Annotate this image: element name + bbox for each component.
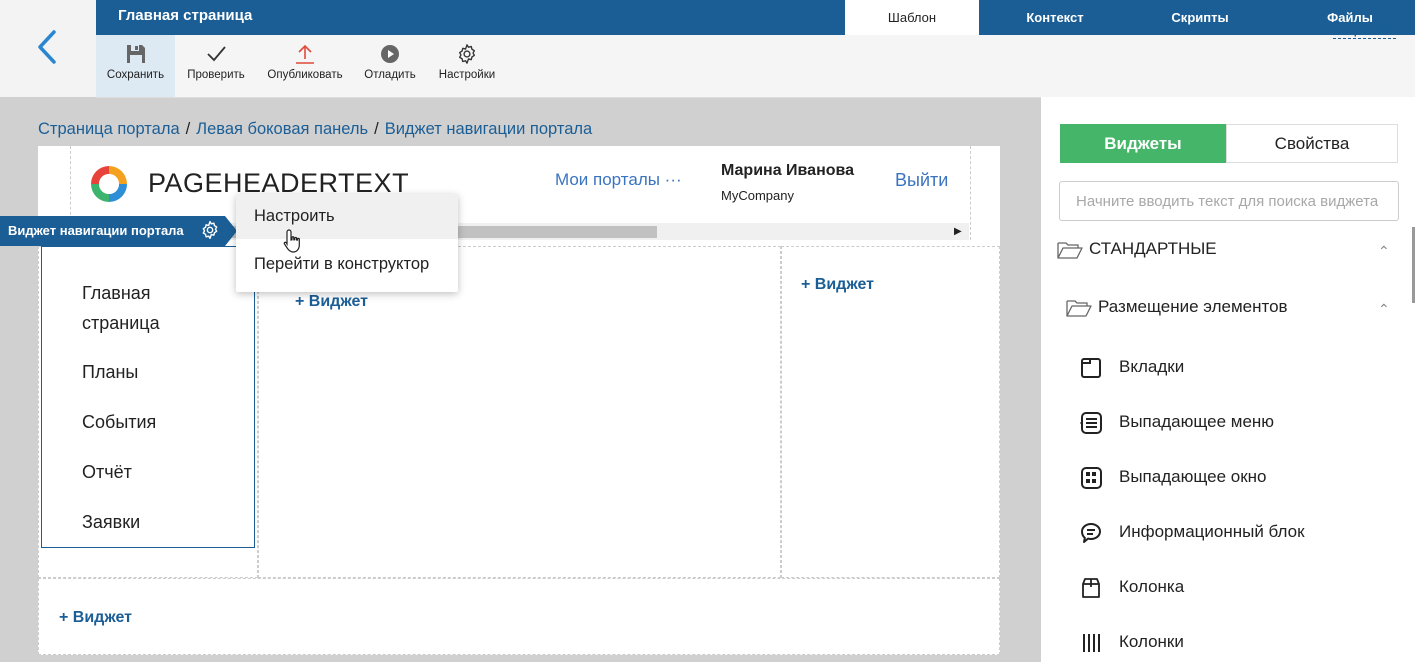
help-link[interactable]: Справка [1333,20,1396,39]
widget-item-label: Информационный блок [1119,522,1305,541]
check-label: Проверить [187,69,245,81]
tab-template[interactable]: Шаблон [845,0,979,35]
widget-gear-icon[interactable] [200,220,220,240]
menu-item-configure[interactable]: Настроить [236,194,458,239]
column-icon [1082,577,1100,598]
tabs-icon [1081,357,1101,378]
folder-open-icon [1057,241,1083,259]
widget-item-dropdown-window[interactable]: Выпадающее окно [1079,462,1267,492]
dropdown-window-icon [1081,466,1102,489]
breadcrumb-separator: / [185,120,191,138]
play-icon [381,45,399,63]
add-widget-button[interactable]: + Виджет [295,293,368,311]
debug-label: Отладить [364,69,416,81]
widget-item-label: Выпадающее окно [1119,467,1267,486]
breadcrumb-separator: / [374,120,379,138]
back-button[interactable] [30,28,64,68]
tab-properties[interactable]: Свойства [1226,124,1398,163]
check-icon [207,46,226,62]
add-widget-button[interactable]: + Виджет [59,609,132,627]
logout-link[interactable]: Выйти [895,170,948,191]
dropdown-menu-icon [1080,411,1102,434]
my-portals-link[interactable]: Мои порталы ··· [555,170,682,190]
widget-label[interactable]: Виджет навигации портала [0,216,225,246]
upload-icon [296,44,314,64]
nav-item-home[interactable]: Главная страница [82,278,192,338]
breadcrumb-item-left-panel[interactable]: Левая боковая панель [196,120,368,138]
widget-item-column[interactable]: Колонка [1079,572,1184,602]
subgroup-layout-label: Размещение элементов [1098,297,1288,316]
widget-item-label: Колонки [1119,632,1184,651]
settings-label: Настройки [438,69,496,81]
nav-item-requests[interactable]: Заявки [82,507,140,537]
widget-item-label: Выпадающее меню [1119,412,1275,431]
group-standard-label: СТАНДАРТНЫЕ [1089,239,1217,258]
page-title: Главная страница [118,7,253,24]
widget-item-label: Вкладки [1119,357,1185,376]
save-icon [126,45,145,63]
chevron-up-icon[interactable]: ⌃ [1378,301,1390,318]
user-name: Марина Иванова [721,162,855,179]
menu-item-open-constructor[interactable]: Перейти в конструктор [236,242,458,287]
nav-item-plans[interactable]: Планы [82,357,138,387]
tab-widgets[interactable]: Виджеты [1060,124,1226,163]
hand-cursor-icon [282,228,304,254]
group-standard[interactable]: СТАНДАРТНЫЕ [1057,239,1217,260]
nav-item-events[interactable]: События [82,407,156,437]
breadcrumb-item-nav-widget[interactable]: Виджет навигации портала [385,120,593,138]
right-zone [781,246,1000,578]
add-widget-button[interactable]: + Виджет [801,276,874,294]
subgroup-layout[interactable]: Размещение элементов [1066,297,1288,318]
widget-item-dropdown-menu[interactable]: Выпадающее меню [1079,407,1274,437]
nav-item-report[interactable]: Отчёт [82,457,132,487]
save-button[interactable]: Сохранить [96,35,175,97]
chevron-up-icon[interactable]: ⌃ [1378,243,1390,260]
folder-open-icon [1066,299,1092,317]
columns-icon [1083,633,1100,652]
widget-item-tabs[interactable]: Вкладки [1079,352,1184,382]
logo-icon [88,163,130,205]
gear-icon [458,44,476,64]
widget-item-label: Колонка [1119,577,1185,596]
scroll-right-arrow-icon[interactable]: ▶ [954,226,962,237]
publish-label: Опубликовать [267,69,343,81]
debug-button[interactable]: Отладить [357,35,423,97]
check-button[interactable]: Проверить [180,35,252,97]
publish-button[interactable]: Опубликовать [260,35,350,97]
widget-item-columns[interactable]: Колонки [1079,627,1184,657]
breadcrumb: Страница портала / Левая боковая панель / Ви… [38,120,592,139]
info-block-icon [1081,522,1101,543]
widget-item-info-block[interactable]: Информационный блок [1079,517,1305,547]
tab-context[interactable]: Контекст [990,0,1120,35]
back-arrow-icon [38,30,56,64]
breadcrumb-item-page[interactable]: Страница портала [38,120,180,138]
user-company: MyCompany [721,188,794,203]
bottom-zone [38,578,1000,655]
save-label: Сохранить [106,69,165,81]
tab-scripts[interactable]: Скрипты [1135,0,1265,35]
settings-button[interactable]: Настройки [432,35,502,97]
widget-search-input[interactable] [1059,181,1399,221]
